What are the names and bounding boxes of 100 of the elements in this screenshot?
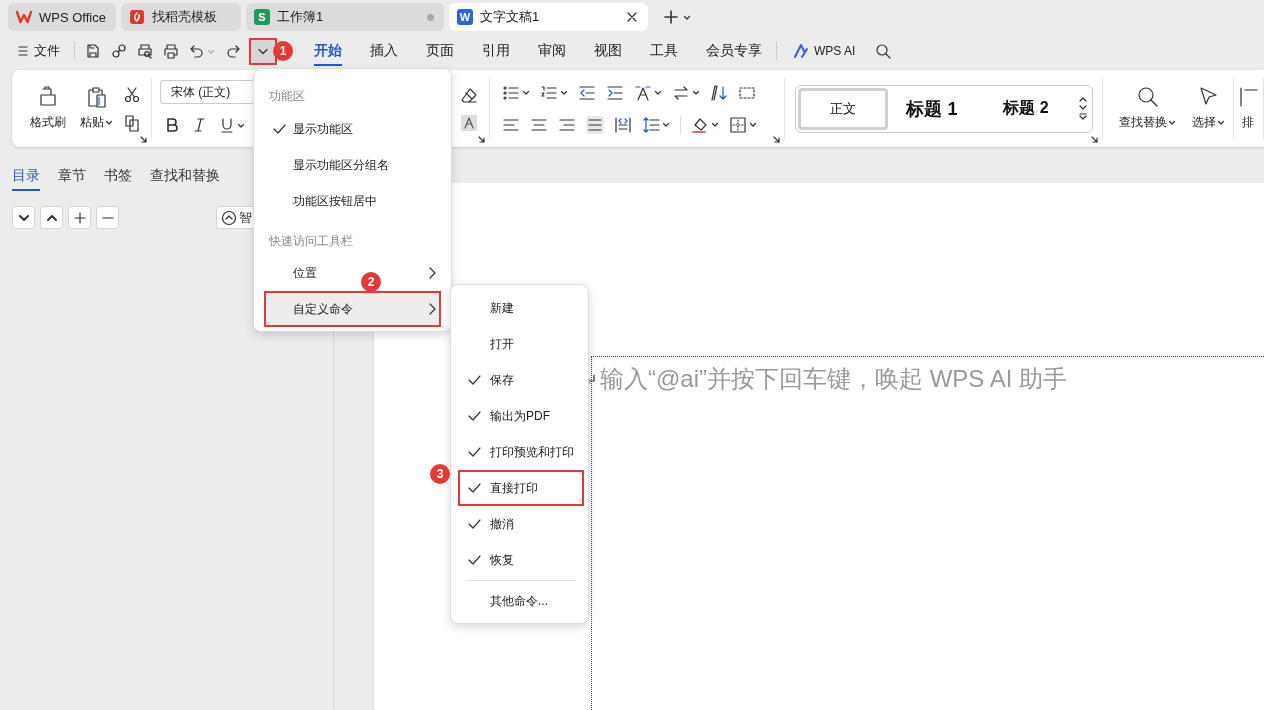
caret-icon — [749, 121, 757, 128]
print-preview-icon[interactable] — [137, 43, 153, 59]
distribute-icon[interactable] — [614, 115, 632, 134]
launcher-icon[interactable] — [1090, 135, 1098, 143]
checkmark-icon — [468, 554, 481, 566]
ribbon-tab[interactable]: 审阅 — [538, 34, 566, 68]
navigation-tab[interactable]: 书签 — [104, 161, 132, 191]
copy-icon[interactable] — [123, 113, 141, 132]
logo-icon — [16, 9, 32, 25]
caret-icon — [683, 13, 691, 21]
caret-icon — [522, 89, 530, 96]
border-icon[interactable] — [729, 115, 747, 134]
caret-icon — [237, 121, 245, 129]
close-icon[interactable] — [626, 11, 638, 23]
printer-icon[interactable] — [163, 43, 179, 59]
sort-icon[interactable] — [710, 83, 728, 102]
text-shading-icon[interactable] — [460, 113, 478, 132]
checkmark-icon — [273, 123, 286, 135]
document-tab[interactable]: S 工作簿1 — [246, 3, 444, 31]
file-menu-button[interactable]: 文件 — [14, 42, 64, 60]
menu-item[interactable]: 打印预览和打印 — [458, 434, 584, 470]
menu-icon — [18, 45, 28, 57]
menu-section-header: 快速访问工具栏 — [268, 232, 354, 250]
ribbon-tab[interactable]: 开始 — [314, 34, 342, 68]
format-painter-button[interactable]: 格式刷 — [26, 86, 70, 131]
add-button[interactable] — [68, 206, 91, 229]
logo-icon — [129, 9, 145, 25]
ai-logo-icon — [793, 43, 809, 59]
chevron-down-icon — [257, 46, 269, 56]
document-tab[interactable]: 找稻壳模板 — [121, 3, 241, 31]
search-icon[interactable] — [875, 43, 892, 59]
expand-button[interactable] — [12, 206, 35, 229]
launcher-icon[interactable] — [477, 135, 485, 143]
indent-icon[interactable] — [606, 83, 624, 102]
customize-toolbar-button[interactable] — [249, 37, 277, 65]
remove-button[interactable] — [96, 206, 119, 229]
document-tab[interactable]: W 文字文稿1 — [449, 3, 648, 31]
caret-icon — [105, 119, 113, 126]
save-icon[interactable] — [85, 43, 101, 59]
chevron-right-icon — [428, 303, 437, 315]
caret-icon — [692, 89, 700, 96]
menu-item[interactable]: 显示功能区分组名 — [264, 147, 441, 183]
search-icon — [1136, 86, 1159, 108]
style-option[interactable]: 正文 — [798, 87, 888, 130]
ribbon-tab[interactable]: 插入 — [370, 34, 398, 68]
bold-icon[interactable] — [164, 117, 178, 133]
navigation-tab[interactable]: 章节 — [58, 161, 86, 191]
layout-button[interactable]: 排 — [1238, 86, 1258, 131]
find-replace-button[interactable]: 查找替换 — [1115, 86, 1180, 131]
ribbon-tab[interactable]: 页面 — [426, 34, 454, 68]
add-icon — [73, 211, 86, 224]
scissors-icon[interactable] — [123, 85, 141, 104]
expand-icon[interactable] — [1079, 113, 1087, 120]
redo-icon[interactable] — [225, 43, 241, 59]
document-tab[interactable]: WPS Office — [8, 3, 116, 31]
collapse-button[interactable] — [40, 206, 63, 229]
paste-button[interactable]: 粘贴 — [76, 86, 117, 131]
menu-section-header: 功能区 — [268, 87, 306, 105]
navigation-tab[interactable]: 查找和替换 — [150, 161, 220, 191]
navigation-tab[interactable]: 目录 — [12, 161, 40, 191]
app-icon: W — [457, 9, 473, 25]
ribbon-tab[interactable]: 会员专享 — [706, 34, 762, 68]
menu-item[interactable]: 其他命令... — [458, 583, 584, 619]
style-option[interactable]: 标题 1 — [888, 87, 976, 130]
checkmark-icon — [468, 518, 481, 530]
menu-item[interactable]: 显示功能区 — [264, 111, 441, 147]
menu-item[interactable]: 恢复 — [458, 542, 584, 578]
plus-icon[interactable] — [663, 9, 679, 25]
callout-number: 1 — [273, 40, 293, 61]
launcher-icon[interactable] — [139, 135, 147, 143]
ribbon-tab[interactable]: 视图 — [594, 34, 622, 68]
ribbon-tab[interactable]: 工具 — [650, 34, 678, 68]
justify-icon[interactable] — [586, 115, 604, 134]
text-direction-icon[interactable] — [634, 83, 652, 102]
scroll-down-icon[interactable] — [1079, 105, 1087, 110]
menu-item[interactable]: 输出为PDF — [458, 398, 584, 434]
menu-item[interactable]: 新建 — [458, 290, 584, 326]
style-option[interactable]: 标题 2 — [976, 87, 1076, 130]
menu-item[interactable]: 直接打印 — [458, 470, 584, 506]
numbered-list-icon[interactable] — [540, 83, 558, 102]
caret-icon — [654, 89, 662, 96]
italic-icon[interactable] — [192, 117, 206, 133]
select-button[interactable]: 选择 — [1188, 86, 1229, 131]
line-spacing-icon[interactable] — [642, 115, 660, 134]
outdent-icon[interactable] — [578, 83, 596, 102]
checkmark-icon — [468, 446, 481, 458]
caret-icon — [711, 121, 719, 128]
submenu-item[interactable]: 自定义命令 — [264, 291, 441, 327]
menu-item[interactable]: 撤消 — [458, 506, 584, 542]
menu-item[interactable]: 保存 — [458, 362, 584, 398]
link-icon[interactable] — [111, 43, 127, 59]
caret-icon — [1217, 119, 1225, 126]
undo-icon[interactable] — [189, 43, 205, 59]
caret-icon — [560, 89, 568, 96]
ribbon-tab[interactable]: 引用 — [482, 34, 510, 68]
scroll-up-icon[interactable] — [1079, 97, 1087, 102]
menu-item[interactable]: 打开 — [458, 326, 584, 362]
underline-icon[interactable] — [220, 117, 234, 133]
wps-ai-button[interactable]: WPS AI — [787, 42, 862, 60]
launcher-icon[interactable] — [772, 135, 780, 143]
